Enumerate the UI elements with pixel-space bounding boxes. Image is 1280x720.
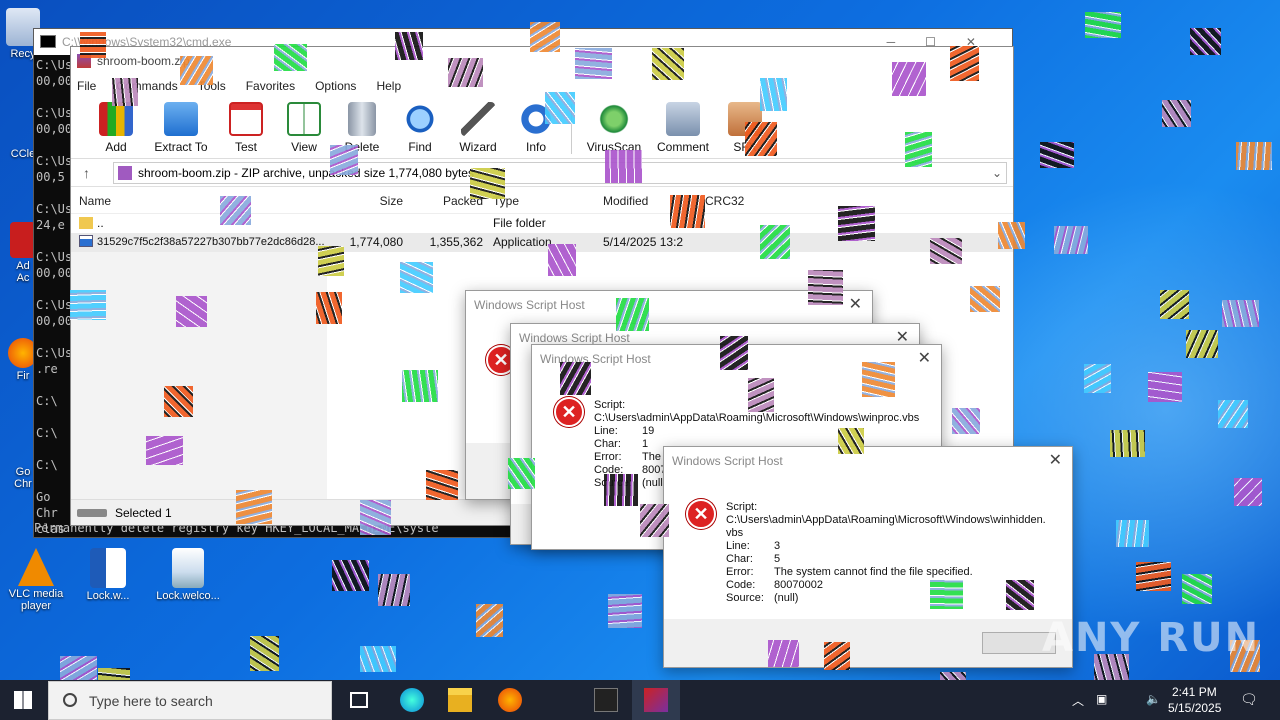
- box-icon: [728, 102, 762, 136]
- edge-icon[interactable]: [400, 688, 424, 712]
- toolbar-info-button[interactable]: Info: [507, 102, 565, 158]
- toolbar-comment-button[interactable]: Comment: [650, 102, 716, 158]
- error-icon: ✕: [554, 397, 584, 427]
- notification-icon[interactable]: 🗨: [1240, 691, 1258, 708]
- glitch-block: [1162, 100, 1191, 127]
- toolbar-add-button[interactable]: Add: [87, 102, 145, 158]
- desktop-icon-vlc[interactable]: VLC media player: [0, 548, 72, 612]
- glitch-block: [378, 574, 410, 606]
- glitch-block: [332, 560, 369, 591]
- folder-icon: [79, 217, 93, 229]
- glitch-block: [1236, 142, 1272, 170]
- glitch-block: [360, 646, 396, 672]
- task-view-icon[interactable]: [350, 692, 368, 708]
- up-arrow-icon[interactable]: ↑: [83, 165, 105, 181]
- toolbar-view-button[interactable]: View: [275, 102, 333, 158]
- terminal-icon[interactable]: [594, 688, 618, 712]
- close-icon[interactable]: ✕: [1049, 447, 1062, 475]
- glitch-block: [476, 604, 503, 637]
- toolbar-separator: [571, 104, 572, 154]
- toolbar-sfx-button[interactable]: SFX: [716, 102, 774, 158]
- drive-icon: [77, 509, 107, 517]
- menu-file[interactable]: File: [77, 75, 96, 97]
- folder-icon: [164, 102, 198, 136]
- toolbar-extract-button[interactable]: Extract To: [145, 102, 217, 158]
- menu-favorites[interactable]: Favorites: [246, 75, 295, 97]
- dialog-title: Windows Script Host ✕: [664, 447, 1072, 475]
- wsh-dialog-4[interactable]: Windows Script Host ✕ ✕ Script: C:\Users\…: [663, 446, 1073, 668]
- error-icon: ✕: [686, 499, 716, 529]
- glitch-block: [1190, 28, 1221, 55]
- winrar-taskbar-icon[interactable]: [644, 688, 668, 712]
- toolbar-delete-button[interactable]: Delete: [333, 102, 391, 158]
- menu-tools[interactable]: Tools: [198, 75, 226, 97]
- books-icon: [99, 102, 133, 136]
- glitch-block: [1085, 12, 1121, 38]
- search-icon: [63, 693, 77, 707]
- winrar-titlebar[interactable]: shroom-boom.zip: [71, 47, 1013, 75]
- toolbar-virusscan-button[interactable]: VirusScan: [578, 102, 650, 158]
- menu-options[interactable]: Options: [315, 75, 356, 97]
- network-icon[interactable]: ▣: [1096, 692, 1107, 706]
- word-doc-icon: [90, 548, 126, 588]
- anyrun-watermark: ANY RUN: [1042, 615, 1261, 661]
- toolbar-find-button[interactable]: Find: [391, 102, 449, 158]
- cmd-icon: [40, 35, 56, 48]
- book-icon: [287, 102, 321, 136]
- file-explorer-icon[interactable]: [448, 688, 472, 712]
- image-file-icon: [172, 548, 204, 588]
- column-name[interactable]: Name: [71, 188, 329, 213]
- search-placeholder: Type here to search: [89, 693, 213, 709]
- dialog-title: Windows Script Host ✕: [532, 345, 941, 373]
- address-bar: ↑ shroom-boom.zip - ZIP archive, unpacke…: [71, 159, 1013, 187]
- dialog-footer: [664, 619, 1072, 667]
- windows-start-icon[interactable]: [14, 691, 32, 709]
- application-icon: [79, 235, 93, 247]
- folder-tree-pane[interactable]: [71, 234, 327, 502]
- archive-path-field[interactable]: shroom-boom.zip - ZIP archive, unpacked …: [113, 161, 1007, 184]
- file-row-parent[interactable]: .. File folder: [71, 214, 1013, 233]
- comment-icon: [666, 102, 700, 136]
- dialog-title: Windows Script Host ✕: [466, 291, 872, 319]
- menu-help[interactable]: Help: [376, 75, 401, 97]
- glitch-block: [608, 594, 642, 628]
- menu-commands[interactable]: Commands: [116, 75, 177, 97]
- zip-archive-icon: [118, 165, 132, 180]
- column-size[interactable]: Size: [329, 188, 403, 213]
- clock-date[interactable]: 5/15/2025: [1168, 701, 1221, 715]
- trash-icon: [348, 102, 376, 136]
- glitch-block: [1040, 142, 1074, 168]
- winrar-toolbar: Add Extract To Test View Delete Find Wiz…: [71, 97, 1013, 159]
- desktop-icon-lock-doc[interactable]: Lock.w...: [72, 548, 144, 602]
- winrar-icon: [77, 54, 91, 68]
- file-list: Name Size Packed Type Modified CRC32 .. …: [71, 188, 1013, 252]
- column-type[interactable]: Type: [483, 188, 603, 213]
- info-icon: [519, 102, 553, 136]
- chevron-up-icon[interactable]: ︿: [1072, 692, 1084, 709]
- volume-icon[interactable]: 🔈: [1146, 692, 1161, 706]
- magnifier-icon: [403, 102, 437, 136]
- chevron-down-icon[interactable]: ⌄: [992, 163, 1002, 183]
- close-icon[interactable]: ✕: [918, 345, 931, 373]
- firefox-taskbar-icon[interactable]: [498, 688, 522, 712]
- globe-icon: [597, 102, 631, 136]
- glitch-block: [250, 636, 279, 671]
- toolbar-wizard-button[interactable]: Wizard: [449, 102, 507, 158]
- column-packed[interactable]: Packed: [403, 188, 483, 213]
- winrar-menubar: File Commands Tools Favorites Options He…: [71, 75, 1013, 97]
- clock-time[interactable]: 2:41 PM: [1172, 685, 1217, 699]
- wand-icon: [461, 102, 495, 136]
- file-row-exe[interactable]: 31529c7f5c2f38a57227b307bb77e2dc86d28...…: [71, 233, 1013, 252]
- toolbar-test-button[interactable]: Test: [217, 102, 275, 158]
- desktop-icon-lock-image[interactable]: Lock.welco...: [148, 548, 228, 602]
- close-icon[interactable]: ✕: [849, 291, 862, 319]
- error-details: Script: C:\Users\admin\AppData\Roaming\M…: [726, 501, 1046, 604]
- clipboard-icon: [229, 102, 263, 136]
- file-list-header: Name Size Packed Type Modified CRC32: [71, 188, 1013, 214]
- vlc-icon: [18, 548, 54, 586]
- column-crc32[interactable]: CRC32: [703, 188, 783, 213]
- column-modified[interactable]: Modified: [603, 188, 703, 213]
- taskbar-search-box[interactable]: Type here to search: [48, 681, 332, 720]
